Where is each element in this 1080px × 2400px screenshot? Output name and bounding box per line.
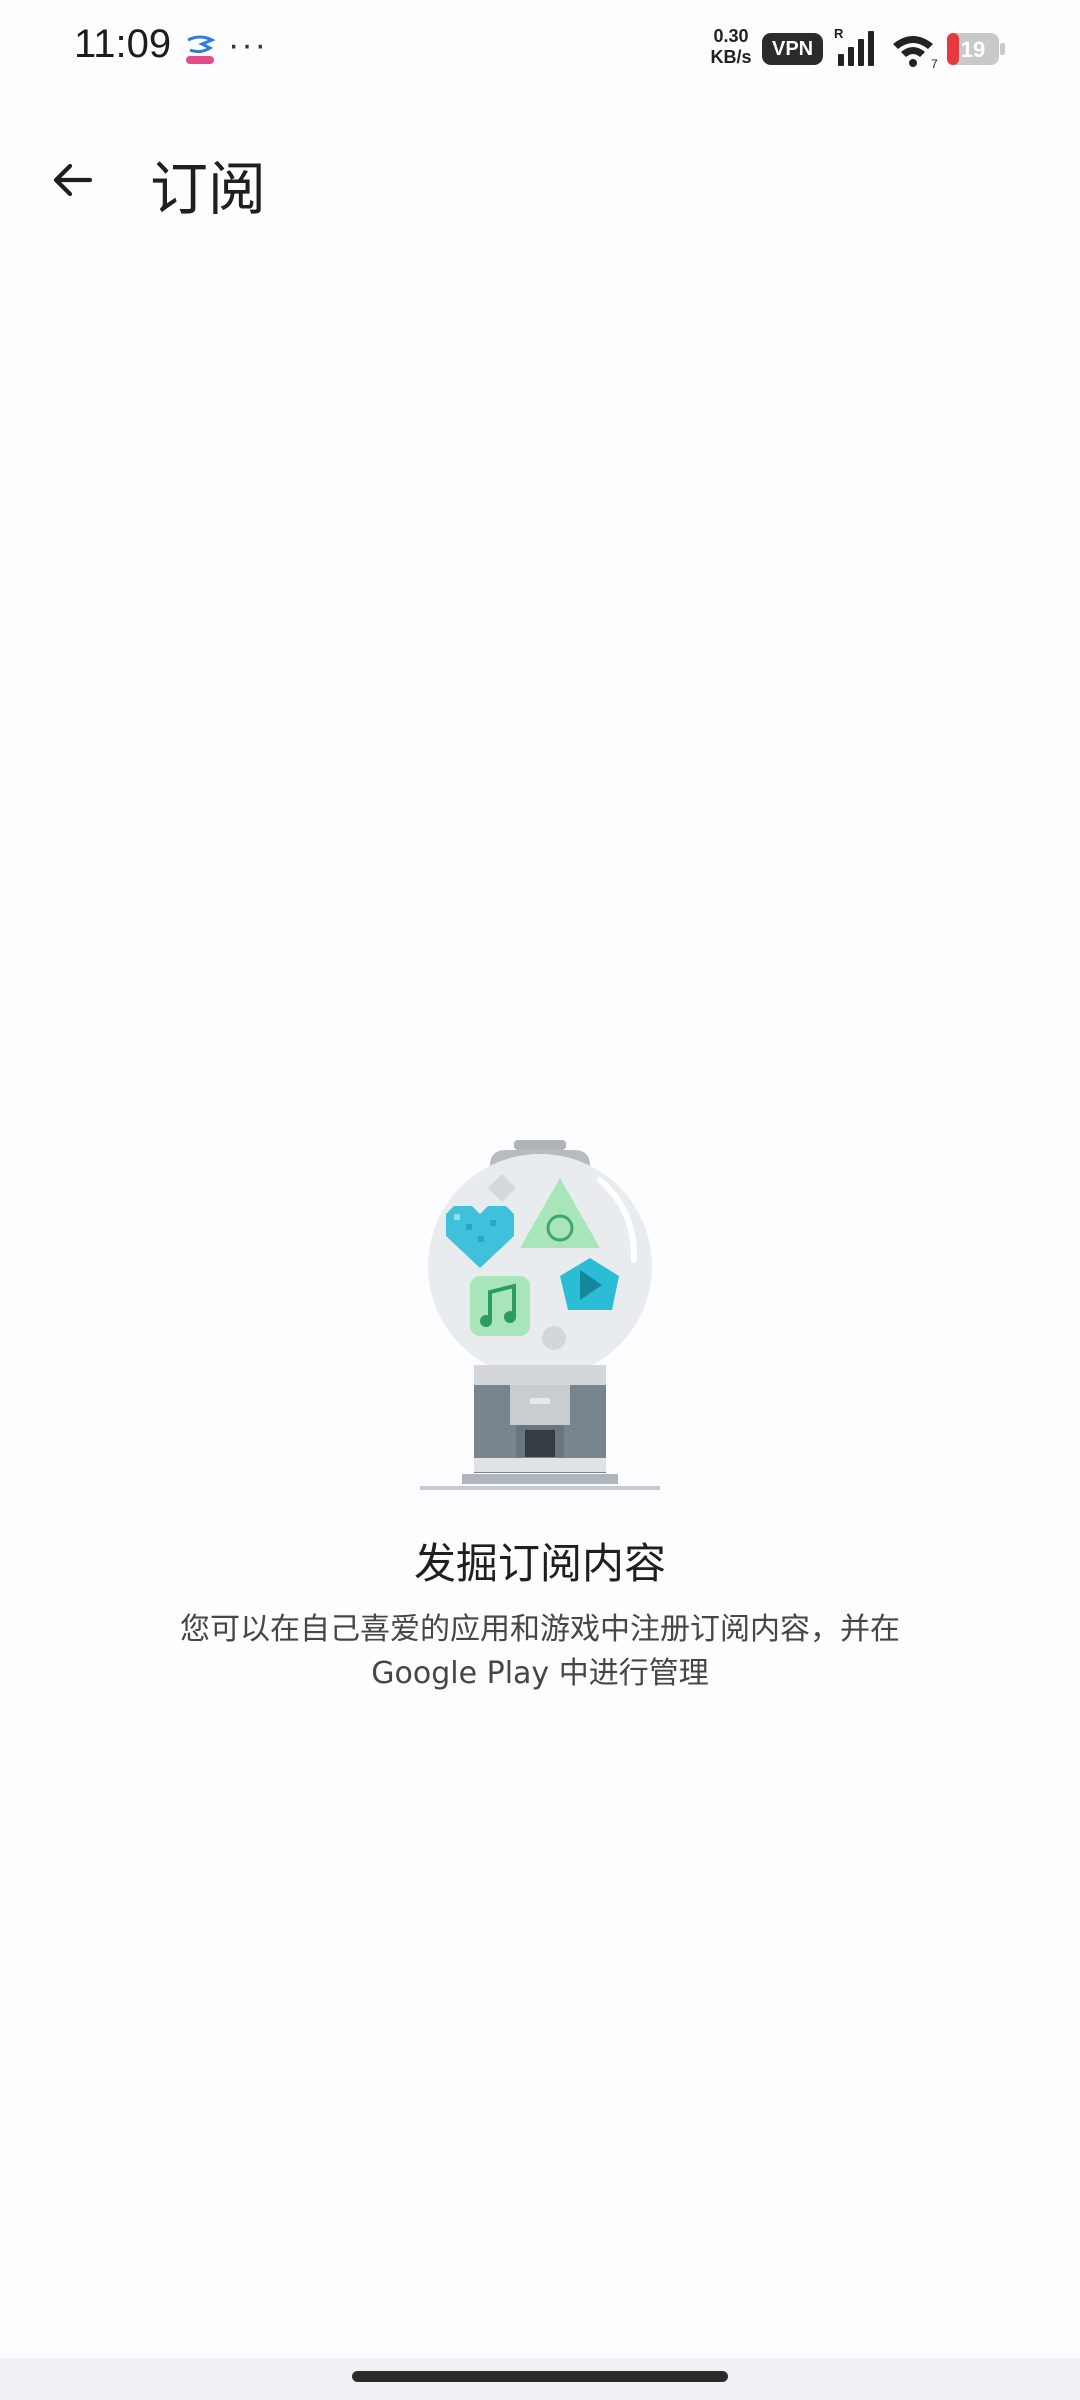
battery-icon: 19 <box>947 33 1005 65</box>
network-speed-value: 0.30 <box>713 26 749 46</box>
more-notifications-icon: ··· <box>228 26 268 64</box>
navigation-bar <box>0 2358 1080 2400</box>
top-app-bar: 订阅 <box>0 120 1080 240</box>
battery-level: 19 <box>961 37 985 62</box>
network-speed: 0.30 KB/s <box>706 26 756 68</box>
status-time: 11:09 <box>74 22 172 66</box>
arrow-back-icon <box>53 163 93 197</box>
network-speed-unit: KB/s <box>710 47 752 67</box>
music-note-icon <box>470 1276 530 1336</box>
empty-state-title: 发掘订阅内容 <box>413 1539 666 1588</box>
wifi-icon: 7 <box>893 36 938 70</box>
empty-state-description: 您可以在自己喜爱的应用和游戏中注册订阅内容，并在 Google Play 中进行… <box>180 1612 900 1691</box>
home-indicator[interactable] <box>352 2371 728 2382</box>
page-title: 订阅 <box>150 155 267 223</box>
vpn-badge: VPN <box>762 33 824 65</box>
wifi-level: 7 <box>931 57 938 70</box>
app-notification-icon <box>186 35 216 64</box>
roaming-indicator: R <box>834 26 844 41</box>
status-bar: 11:09 ··· 0.30 KB/s VPN R 7 19 <box>0 0 1080 100</box>
cell-signal-icon: R <box>834 26 874 66</box>
subscriptions-screen: 11:09 ··· 0.30 KB/s VPN R 7 19 订阅 发掘订阅内容… <box>0 0 1080 2400</box>
gumball-machine-illustration <box>420 1140 660 1490</box>
back-button[interactable] <box>30 138 114 222</box>
